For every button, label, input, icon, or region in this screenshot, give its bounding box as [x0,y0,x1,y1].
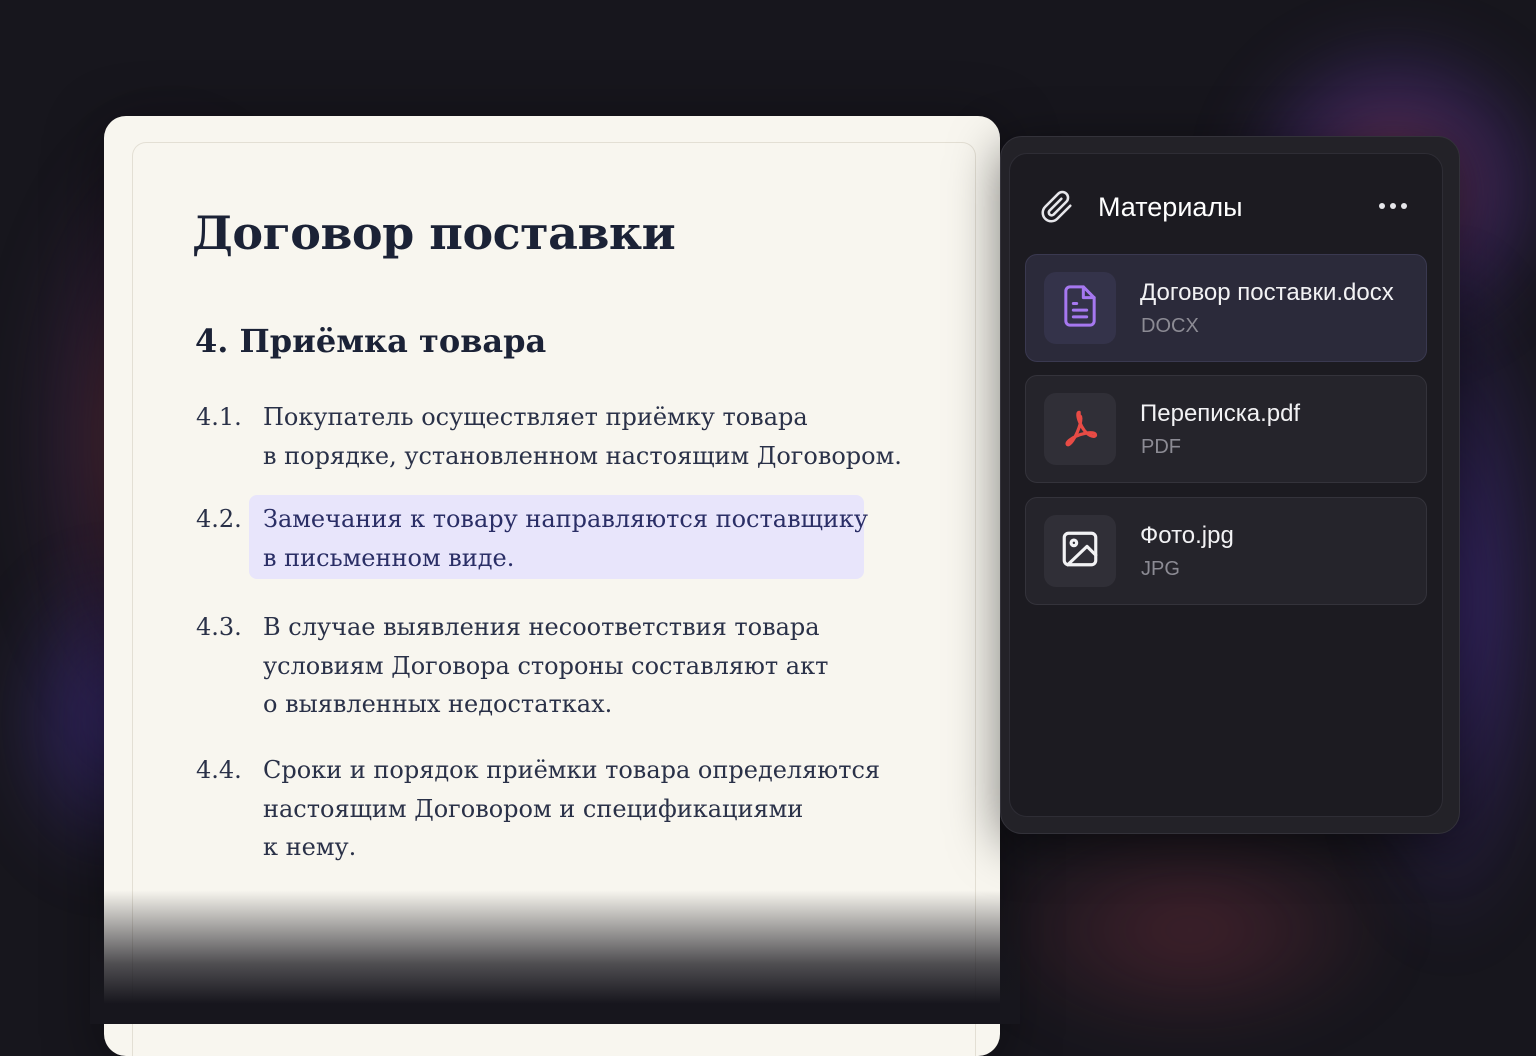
clause-number: 4.2. [196,505,242,533]
section-title: 4. Приёмка товара [195,322,547,360]
clause-number: 4.3. [196,613,242,641]
file-type: JPG [1141,558,1180,580]
clause-line: настоящим Договором и спецификациями [263,794,804,823]
clause-line: В случае выявления несоответствия товара [263,613,820,641]
clause-line: Покупатель осуществляет приёмку товара [263,403,808,431]
clause-line: в порядке, установленном настоящим Догов… [263,441,902,470]
clause-text[interactable]: В случае выявления несоответствия товара… [263,608,903,724]
file-type: PDF [1141,436,1181,458]
file-name: Фото.jpg [1140,522,1234,549]
image-icon [1059,528,1101,575]
file-name: Договор поставки.docx [1140,279,1394,306]
document-icon [1060,284,1100,333]
background-glow [980,820,1400,1040]
file-item-photo-jpg[interactable]: Фото.jpg JPG [1025,497,1427,605]
clause-line: условиям Договора стороны составляют акт [263,651,829,680]
panel-title: Материалы [1098,192,1243,222]
more-horizontal-icon [1379,203,1385,209]
clause-line: в письменном виде. [263,543,515,572]
clause-text[interactable]: Покупатель осуществляет приёмку товара в… [263,398,903,475]
file-item-correspondence-pdf[interactable]: Переписка.pdf PDF [1025,375,1427,483]
clause-line: о выявленных недостатках. [263,690,613,718]
materials-panel: Материалы Договор поставки.docx DOCX Пер… [1000,136,1460,834]
clause-line: к нему. [263,833,357,861]
file-thumbnail [1044,515,1116,587]
paperclip-icon [1040,190,1074,224]
clause-text[interactable]: Сроки и порядок приёмки товара определяю… [263,751,903,867]
more-options-button[interactable] [1370,188,1416,224]
file-type: DOCX [1141,315,1199,337]
document-page-frame [132,142,976,1056]
clause-text-selected[interactable]: Замечания к товару направляются поставщи… [263,500,903,577]
more-horizontal-icon [1390,203,1396,209]
materials-panel-body: Материалы Договор поставки.docx DOCX Пер… [1009,153,1443,817]
clause-line: Сроки и порядок приёмки товара определяю… [263,756,881,784]
file-name: Переписка.pdf [1140,400,1301,427]
clause-number: 4.1. [196,403,242,431]
more-horizontal-icon [1401,203,1407,209]
clause-line: Замечания к товару направляются поставщи… [263,505,869,533]
pdf-icon [1060,407,1100,452]
file-item-contract-docx[interactable]: Договор поставки.docx DOCX [1025,254,1427,362]
file-thumbnail [1044,393,1116,465]
file-thumbnail [1044,272,1116,344]
clause-number: 4.4. [196,756,242,784]
document-title: Договор поставки [192,206,676,260]
